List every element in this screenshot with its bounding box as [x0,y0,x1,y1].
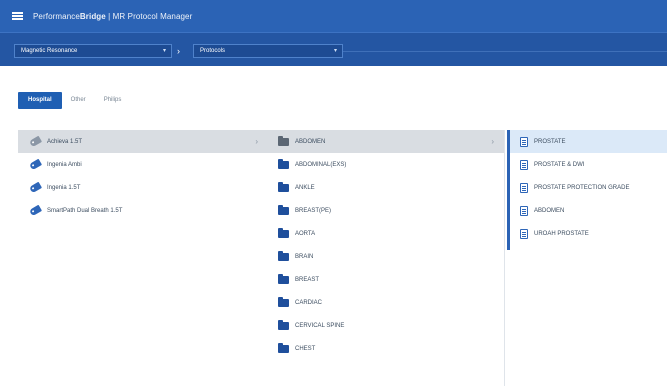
document-icon [520,182,528,193]
document-icon [520,228,528,239]
chevron-down-icon: ▾ [162,48,166,54]
list-item[interactable]: ANKLE [268,176,504,199]
app-subtitle: | MR Protocol Manager [105,11,193,21]
list-item[interactable]: BREAST [268,268,504,291]
tab-philips[interactable]: Philips [95,92,131,109]
systems-column: Achieva 1.5T › Ingenia Ambi Ingenia 1.5T … [18,130,268,386]
list-item[interactable]: Ingenia Ambi [18,153,268,176]
list-item[interactable]: ABDOMEN › [268,130,504,153]
tab-bar: Hospital Other Philips [18,92,130,109]
list-item[interactable]: PROSTATE PROTECTION GRADE [510,176,667,199]
list-item[interactable]: UROAH PROSTATE [510,222,667,245]
item-label: CERVICAL SPINE [295,322,345,329]
folder-icon [278,274,289,284]
folder-icon [278,297,289,307]
list-item[interactable]: Achieva 1.5T › [18,130,268,153]
item-label: PROSTATE & DWI [534,161,585,168]
list-item[interactable]: ABDOMEN [510,199,667,222]
list-item[interactable]: BRAIN [268,245,504,268]
modality-select[interactable]: Magnetic Resonance ▾ [14,44,172,58]
nav-bar: Magnetic Resonance ▾ › Protocols ▾ [0,32,667,66]
breadcrumb-separator: › [177,46,180,56]
browser-columns: Achieva 1.5T › Ingenia Ambi Ingenia 1.5T … [0,130,667,386]
folder-icon [278,159,289,169]
app-title: PerformanceBridge | MR Protocol Manager [33,12,192,21]
folder-icon [278,343,289,353]
list-item[interactable]: AORTA [268,222,504,245]
tag-icon [28,158,43,171]
list-item[interactable]: SmartPath Dual Breath 1.5T [18,199,268,222]
tag-icon [28,181,43,194]
document-icon [520,136,528,147]
item-label: UROAH PROSTATE [534,230,589,237]
folder-icon [278,228,289,238]
location-value: Protocols [200,48,226,54]
item-label: BRAIN [295,253,314,260]
list-item[interactable]: CARDIAC [268,291,504,314]
list-item[interactable]: BREAST(PE) [268,199,504,222]
item-label: ABDOMEN [295,138,326,145]
brand-name: Performance [33,11,80,21]
item-label: ANKLE [295,184,315,191]
item-label: AORTA [295,230,316,237]
item-label: Ingenia 1.5T [47,184,81,191]
tab-label: Other [70,97,86,103]
location-select[interactable]: Protocols ▾ [193,44,343,58]
folder-icon [278,136,289,146]
chevron-down-icon: ▾ [333,48,337,54]
tab-label: Hospital [28,97,52,103]
item-label: CARDIAC [295,299,323,306]
document-icon [520,159,528,170]
item-label: Achieva 1.5T [47,138,83,145]
tag-icon [28,135,43,148]
nav-divider [343,51,667,52]
tab-other[interactable]: Other [62,92,95,109]
folder-icon [278,205,289,215]
item-label: ABDOMEN [534,207,565,214]
app-header: PerformanceBridge | MR Protocol Manager [0,0,667,32]
item-label: BREAST(PE) [295,207,332,214]
menu-icon[interactable] [12,12,23,20]
tab-hospital[interactable]: Hospital [18,92,62,109]
list-item[interactable]: CERVICAL SPINE [268,314,504,337]
folder-icon [278,182,289,192]
folder-icon [278,320,289,330]
tag-icon [28,204,43,217]
folder-icon [278,251,289,261]
chevron-right-icon: › [255,137,258,146]
document-icon [520,205,528,216]
list-item[interactable]: Ingenia 1.5T [18,176,268,199]
modality-value: Magnetic Resonance [21,48,78,54]
item-label: PROSTATE [534,138,566,145]
list-item[interactable]: PROSTATE [510,130,667,153]
list-item[interactable]: ABDOMINAL(EXS) [268,153,504,176]
protocol-column: PROSTATE PROSTATE & DWI PROSTATE PROTECT… [507,130,667,250]
list-item[interactable]: CHEST [268,337,504,360]
item-label: CHEST [295,345,316,352]
item-label: SmartPath Dual Breath 1.5T [47,207,123,214]
item-label: BREAST [295,276,320,283]
item-label: PROSTATE PROTECTION GRADE [534,184,630,191]
item-label: ABDOMINAL(EXS) [295,161,347,168]
brand-name-bold: Bridge [79,11,106,21]
chevron-right-icon: › [491,137,494,146]
list-item[interactable]: PROSTATE & DWI [510,153,667,176]
item-label: Ingenia Ambi [47,161,82,168]
anatomy-column: ABDOMEN › ABDOMINAL(EXS) ANKLE BREAST(PE)… [268,130,505,386]
tab-label: Philips [103,97,122,103]
